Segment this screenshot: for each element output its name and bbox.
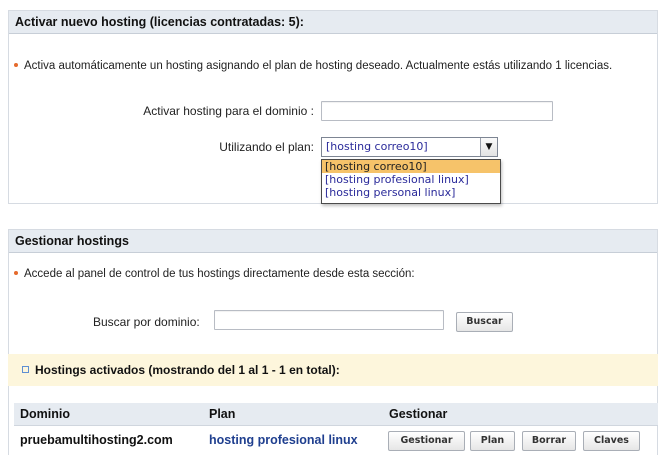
plan-select-value: [hosting correo10]: [326, 140, 428, 153]
plan-dropdown-list: [hosting correo10] [hosting profesional …: [321, 159, 501, 204]
bullet-icon: [14, 270, 18, 275]
chevron-down-icon[interactable]: ▼: [480, 138, 497, 156]
activate-info-label: Activa automáticamente un hosting asigna…: [24, 60, 613, 72]
active-hostings-label: Hostings activados (mostrando del 1 al 1…: [35, 363, 340, 377]
plan-select[interactable]: [hosting correo10] ▼: [321, 137, 498, 157]
plan-button[interactable]: Plan: [470, 431, 515, 451]
hostings-table-header: Dominio Plan Gestionar: [14, 403, 658, 426]
manage-button[interactable]: Gestionar: [388, 431, 465, 451]
plan-field-label: Utilizando el plan:: [219, 140, 314, 154]
delete-button[interactable]: Borrar: [522, 431, 576, 451]
passwords-button[interactable]: Claves: [583, 431, 640, 451]
manage-info-label: Accede al panel de control de tus hostin…: [24, 268, 415, 280]
plan-option[interactable]: [hosting personal linux]: [322, 186, 500, 199]
search-field-label: Buscar por dominio:: [93, 315, 200, 329]
manage-hostings-title: Gestionar hostings: [9, 230, 657, 253]
domain-field-label: Activar hosting para el dominio :: [143, 104, 314, 118]
plan-option[interactable]: [hosting profesional linux]: [322, 173, 500, 186]
plan-option[interactable]: [hosting correo10]: [322, 160, 500, 173]
domain-input[interactable]: [321, 101, 553, 121]
active-hostings-header: Hostings activados (mostrando del 1 al 1…: [8, 354, 658, 386]
activate-info-text: Activa automáticamente un hosting asigna…: [14, 60, 612, 72]
column-header-plan: Plan: [209, 407, 236, 421]
row-domain: pruebamultihosting2.com: [20, 433, 173, 447]
column-header-actions: Gestionar: [389, 407, 448, 421]
bullet-icon: [14, 62, 18, 67]
row-plan-link[interactable]: hosting profesional linux: [209, 433, 358, 447]
search-button[interactable]: Buscar: [456, 312, 513, 332]
square-bullet-icon: [22, 366, 29, 374]
column-header-domain: Dominio: [20, 407, 70, 421]
activate-hosting-title: Activar nuevo hosting (licencias contrat…: [9, 11, 657, 34]
manage-info-text: Accede al panel de control de tus hostin…: [14, 268, 415, 280]
search-input[interactable]: [214, 310, 444, 330]
